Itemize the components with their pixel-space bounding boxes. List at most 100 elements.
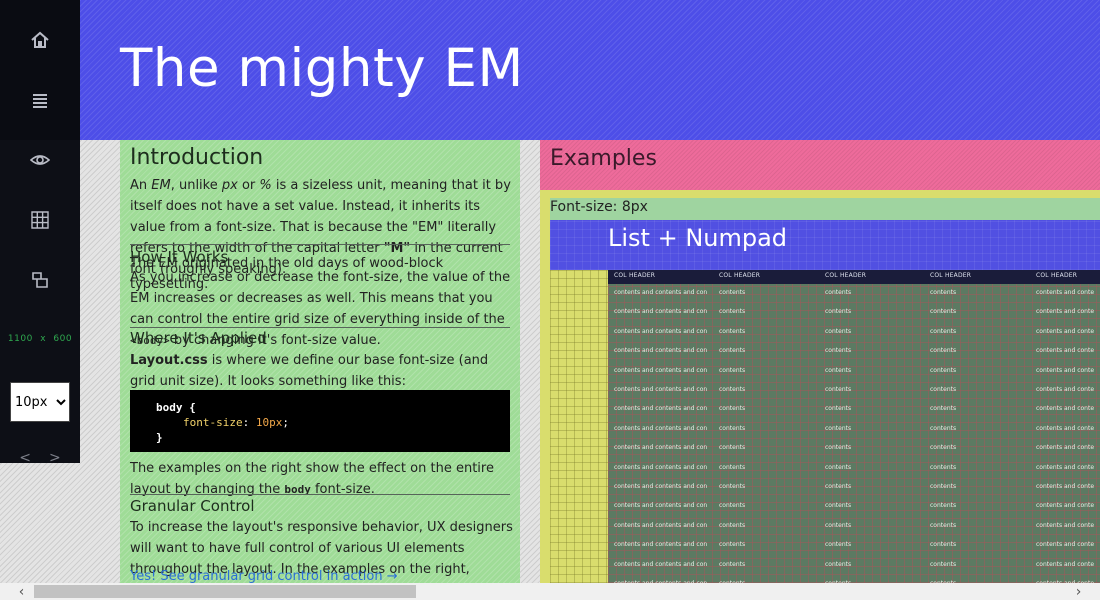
table-cell: contents <box>825 463 852 471</box>
table-cell: contents <box>719 560 746 568</box>
table-cell: contents <box>930 483 957 490</box>
table-row[interactable]: contents and contents and con contents con… <box>608 464 1100 474</box>
intro-panel: Introduction An EM, unlike px or % is a … <box>120 140 520 583</box>
table-cell: contents and contents and con <box>614 483 708 490</box>
table-cell: contents and contents and con <box>614 424 708 432</box>
menu-button[interactable] <box>0 80 80 120</box>
table-row[interactable]: contents and contents and con contents con… <box>608 328 1100 338</box>
table-cell: contents and contents and con <box>614 327 708 335</box>
page-header: The mighty EM <box>80 0 1100 140</box>
table-cell: contents <box>825 386 852 393</box>
table-cell: contents <box>719 424 746 432</box>
table-cell: contents and contents and con <box>614 366 708 374</box>
table-row[interactable]: contents and contents and con contents con… <box>608 308 1100 318</box>
where-applied-paragraph: Layout.css is where we define our base f… <box>130 350 514 392</box>
table-cell: contents and conte <box>1036 444 1095 452</box>
grid-icon <box>31 211 49 229</box>
px-text: px <box>221 178 238 193</box>
examples-panel: Examples Font-size: 8px List + Numpad CO… <box>540 140 1100 583</box>
table-cell: contents <box>930 289 957 296</box>
granular-link[interactable]: Yes! See granular grid control in action… <box>130 569 398 583</box>
table-row[interactable]: contents and contents and con contents con… <box>608 386 1100 396</box>
table-cell: contents <box>719 405 746 413</box>
table-row[interactable]: contents and contents and con contents con… <box>608 444 1100 454</box>
examples-title: Examples <box>550 146 657 171</box>
scroll-left-icon[interactable]: ‹ <box>13 583 30 600</box>
divider <box>130 327 510 328</box>
table-cell: contents and conte <box>1036 424 1095 432</box>
example-table: COL HEADER COL HEADER COL HEADER COL HEADER… <box>608 270 1100 583</box>
code-end: } <box>156 431 163 444</box>
table-cell: contents <box>825 541 852 549</box>
sidebar: 1100 x 600 10px < > <box>0 0 80 466</box>
table-cell: contents and contents and con <box>614 289 708 296</box>
viewport-width: 1100 <box>7 334 33 344</box>
table-cell: contents and conte <box>1036 289 1095 296</box>
table-cell: contents <box>825 347 852 355</box>
column-header[interactable]: COL HEADER <box>614 272 655 279</box>
em-text: EM <box>151 178 171 193</box>
table-cell: contents <box>719 386 746 393</box>
table-cell: contents <box>719 366 746 374</box>
table-cell: contents and contents and con <box>614 405 708 413</box>
table-cell: contents <box>719 521 746 529</box>
view-button[interactable] <box>0 140 80 180</box>
table-row[interactable]: contents and contents and con contents con… <box>608 367 1100 377</box>
scroll-thumb[interactable] <box>34 585 416 598</box>
table-row[interactable]: contents and contents and con contents con… <box>608 289 1100 299</box>
table-cell: contents <box>930 347 957 355</box>
table-cell: contents <box>825 444 852 452</box>
grid-button[interactable] <box>0 200 80 240</box>
scroll-right-icon[interactable]: › <box>1070 583 1087 600</box>
column-header[interactable]: COL HEADER <box>825 272 866 279</box>
intro-title: Introduction <box>130 145 264 170</box>
page-title: The mighty EM <box>120 38 524 99</box>
home-button[interactable] <box>0 20 80 60</box>
table-row[interactable]: contents and contents and con contents con… <box>608 347 1100 357</box>
font-size-select[interactable]: 10px <box>10 382 70 422</box>
viewport-size-readout: 1100 x 600 <box>0 334 80 344</box>
layers-icon <box>32 272 48 288</box>
table-cell: contents <box>930 327 957 335</box>
viewport-x: x <box>40 334 47 344</box>
table-cell: contents and conte <box>1036 327 1095 335</box>
layers-button[interactable] <box>0 260 80 300</box>
table-cell: contents <box>719 308 746 316</box>
table-row[interactable]: contents and contents and con contents con… <box>608 405 1100 415</box>
viewport-height: 600 <box>53 334 73 344</box>
table-row[interactable]: contents and contents and con contents con… <box>608 425 1100 435</box>
table-cell: contents and conte <box>1036 366 1095 374</box>
table-row[interactable]: contents and contents and con contents con… <box>608 561 1100 571</box>
table-row[interactable]: contents and contents and con contents con… <box>608 483 1100 493</box>
table-row[interactable]: contents and contents and con contents con… <box>608 522 1100 532</box>
table-cell: contents <box>930 463 957 471</box>
nav-arrows: < > <box>0 450 80 466</box>
table-cell: contents <box>930 405 957 413</box>
table-row[interactable]: contents and contents and con contents con… <box>608 541 1100 551</box>
next-arrow-icon[interactable]: > <box>49 450 61 466</box>
table-row[interactable]: contents and contents and con contents con… <box>608 502 1100 512</box>
table-cell: contents <box>825 424 852 432</box>
table-cell: contents <box>930 308 957 316</box>
table-cell: contents <box>930 560 957 568</box>
list-numpad-title: List + Numpad <box>608 224 788 252</box>
column-header[interactable]: COL HEADER <box>930 272 971 279</box>
table-cell: contents <box>719 483 746 490</box>
table-cell: contents <box>825 308 852 316</box>
list-numpad-header: List + Numpad <box>550 220 1100 270</box>
table-cell: contents <box>719 541 746 549</box>
column-header[interactable]: COL HEADER <box>1036 272 1077 279</box>
table-cell: contents <box>825 405 852 413</box>
text: , unlike <box>170 178 222 193</box>
column-header[interactable]: COL HEADER <box>719 272 760 279</box>
table-cell: contents <box>825 289 852 296</box>
table-cell: contents <box>825 521 852 529</box>
examples-header: Examples <box>540 140 1100 190</box>
text: An <box>130 178 152 193</box>
table-cell: contents and contents and con <box>614 463 708 471</box>
table-cell: contents <box>719 347 746 355</box>
menu-icon <box>33 94 47 108</box>
horizontal-scrollbar[interactable]: ‹ › <box>0 583 1100 600</box>
table-cell: contents <box>825 560 852 568</box>
prev-arrow-icon[interactable]: < <box>19 450 31 466</box>
